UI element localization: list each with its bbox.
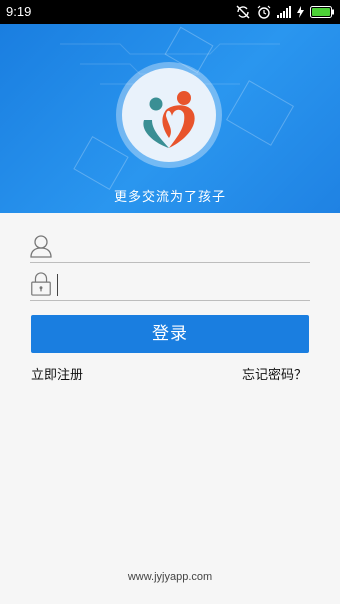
user-icon: [30, 235, 52, 258]
text-caret: [57, 274, 58, 296]
lock-icon: [31, 272, 51, 296]
hex-decoration: [73, 136, 129, 190]
status-icons: [235, 5, 334, 19]
login-button[interactable]: 登录: [31, 315, 309, 353]
status-bar: 9:19: [0, 0, 340, 24]
tagline: 更多交流为了孩子: [113, 190, 226, 205]
password-row: [30, 270, 310, 301]
sync-off-icon: [236, 5, 250, 19]
status-time: 9:19: [6, 4, 32, 19]
footer-website: www.jyjyapp.com: [127, 571, 213, 583]
app-logo: [122, 68, 216, 162]
password-input[interactable]: [60, 270, 310, 300]
alarm-icon: [257, 5, 271, 19]
username-input[interactable]: [60, 232, 310, 262]
charging-icon: [297, 6, 304, 18]
heart-family-logo: [143, 91, 195, 148]
username-row: [30, 232, 310, 263]
battery-icon: [310, 6, 334, 18]
signal-icon: [277, 6, 291, 18]
register-link[interactable]: 立即注册: [31, 364, 83, 383]
hero-banner: 更多交流为了孩子: [0, 24, 340, 213]
forgot-password-link[interactable]: 忘记密码？: [242, 364, 307, 383]
